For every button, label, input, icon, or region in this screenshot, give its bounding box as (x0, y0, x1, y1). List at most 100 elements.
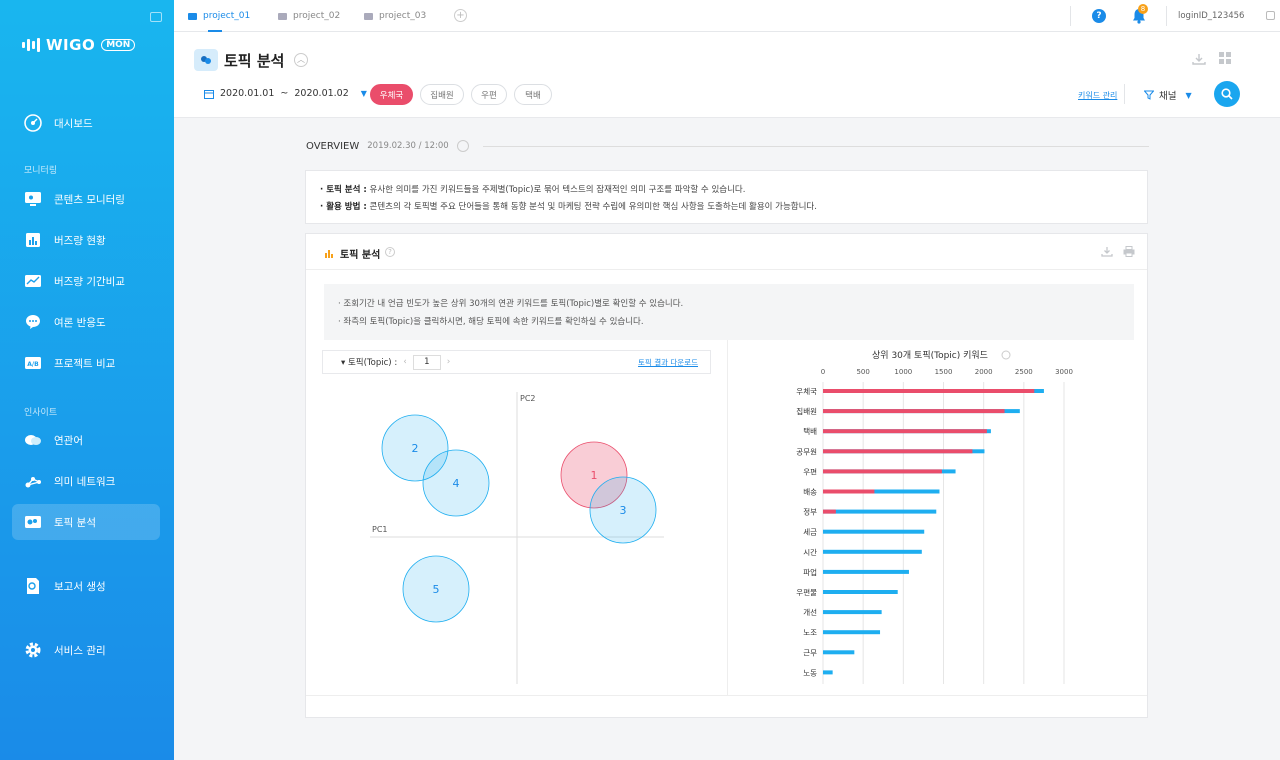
x-tick-label: 2000 (975, 368, 993, 376)
description-line: · 토픽 분석 : 유사한 의미를 가진 키워드들을 주제별(Topic)로 묶… (320, 183, 1133, 195)
logo[interactable]: WIGO MON (22, 36, 136, 54)
y-category-label: 개선 (803, 607, 817, 617)
description-line: · 활용 방법 : 콘텐츠의 각 토픽별 주요 단어들을 통해 동향 분석 및 … (320, 200, 1133, 212)
chevron-left-icon[interactable]: ‹ (403, 357, 407, 367)
divider (482, 145, 1149, 147)
sidebar-item-label: 버즈량 기간비교 (54, 275, 125, 288)
bar-highlight[interactable] (823, 409, 1005, 414)
channel-filter[interactable]: 채널 ▼ (1144, 88, 1192, 102)
sidebar-item-label: 연관어 (54, 434, 83, 447)
keyword-chip[interactable]: 우체국 (370, 84, 413, 105)
x-tick-label: 2500 (1015, 368, 1033, 376)
sidebar-item-project-compare[interactable]: A/B 프로젝트 비교 (12, 345, 160, 381)
bar-total[interactable] (823, 610, 882, 615)
tab-project-02[interactable]: project_02 (278, 0, 340, 32)
y-category-label: 우체국 (796, 386, 817, 396)
bar-highlight[interactable] (823, 509, 836, 514)
sidebar-item-buzz-compare[interactable]: 버즈량 기간비교 (12, 263, 160, 299)
keyword-chip[interactable]: 택배 (514, 84, 552, 105)
bar-highlight[interactable] (823, 449, 973, 454)
print-icon[interactable] (1123, 246, 1135, 257)
sidebar-item-topic-analysis[interactable]: 토픽 분석 (12, 504, 160, 540)
divider (1070, 6, 1071, 26)
sidebar-item-label: 대시보드 (54, 117, 93, 130)
bar-highlight[interactable] (823, 469, 942, 474)
card-header: 토픽 분석 ? (306, 234, 1147, 270)
topic-bubble-label: 5 (433, 583, 440, 596)
bar-total[interactable] (823, 529, 925, 534)
y-category-label: 공무원 (796, 447, 817, 456)
sidebar-item-content-monitoring[interactable]: 콘텐츠 모니터링 (12, 181, 160, 217)
grid-view-icon[interactable] (1219, 52, 1231, 64)
sidebar-item-report[interactable]: 보고서 생성 (12, 568, 160, 604)
logout-icon[interactable] (1266, 11, 1275, 20)
sidebar-item-semantic-network[interactable]: 의미 네트워크 (12, 463, 160, 499)
login-id[interactable]: loginID_123456 (1178, 0, 1244, 32)
help-icon[interactable]: ? (1092, 9, 1106, 23)
search-icon (1221, 88, 1233, 100)
topic-page-input[interactable]: 1 (412, 354, 441, 370)
sidebar-item-service-settings[interactable]: 서비스 관리 (12, 632, 160, 668)
topic-bubble-label: 4 (453, 477, 460, 490)
bar-highlight[interactable] (823, 489, 875, 494)
bar-total[interactable] (823, 590, 898, 594)
topic-download-link[interactable]: 토픽 결과 다운로드 (638, 357, 698, 368)
bar-total[interactable] (823, 509, 937, 514)
page-header: 토픽 분석 ︿ 2020.01.01 ~ 2020.01.02 ▼ 우체국 집배… (174, 32, 1280, 118)
help-icon[interactable] (1001, 350, 1011, 360)
chevron-right-icon[interactable]: › (447, 357, 451, 367)
sidebar-item-buzz-status[interactable]: 버즈량 현황 (12, 222, 160, 258)
bar-total[interactable] (823, 630, 881, 635)
refresh-icon[interactable] (456, 140, 469, 152)
tab-project-03[interactable]: project_03 (364, 0, 426, 32)
y-category-label: 근무 (803, 648, 817, 657)
gear-icon (24, 641, 42, 659)
y-category-label: 배송 (803, 488, 817, 497)
download-icon[interactable] (1101, 246, 1113, 257)
sidebar-item-dashboard[interactable]: 대시보드 (12, 105, 160, 141)
x-tick-label: 500 (856, 368, 869, 376)
sidebar-item-opinion[interactable]: 여론 반응도 (12, 304, 160, 340)
tab-project-01[interactable]: project_01 (188, 0, 250, 32)
monitor-icon (24, 190, 42, 208)
notification-badge: 8 (1138, 4, 1148, 14)
bar-total[interactable] (823, 549, 922, 554)
info-line: · 조회기간 내 언급 빈도가 높은 상위 30개의 연관 키워드를 토픽(To… (338, 299, 684, 309)
page-title: 토픽 분석 (224, 52, 285, 70)
date-start: 2020.01.01 (220, 88, 275, 99)
bar-total[interactable] (823, 650, 855, 655)
keyword-chip[interactable]: 집배원 (420, 84, 464, 105)
sidebar-section-insight: 인사이트 (24, 408, 58, 418)
folder-icon (188, 12, 197, 20)
topic-bubble-chart: PC2 PC1 1 2 3 4 5 (370, 392, 664, 684)
bar-highlight[interactable] (823, 389, 1035, 393)
y-category-label: 우편 (803, 466, 817, 476)
bar-highlight[interactable] (823, 429, 987, 434)
sidebar-item-label: 토픽 분석 (54, 516, 96, 529)
search-button[interactable] (1214, 81, 1240, 107)
sidebar-item-related-words[interactable]: 연관어 (12, 422, 160, 458)
x-tick-label: 1500 (935, 368, 953, 376)
bar-total[interactable] (823, 670, 833, 675)
help-icon[interactable]: ? (385, 247, 395, 257)
keyword-manage-link[interactable]: 키워드 관리 (1078, 90, 1117, 101)
description-text: 유사한 의미를 가진 키워드들을 주제별(Topic)로 묶어 텍스트의 잠재적… (366, 185, 746, 195)
y-category-label: 노동 (803, 668, 817, 677)
sidebar: WIGO MON 대시보드 모니터링 콘텐츠 모니터링 버즈량 현황 버즈량 기… (0, 0, 174, 760)
bar-chart-icon (24, 231, 42, 249)
sidebar-collapse-icon[interactable] (150, 12, 162, 22)
add-tab-icon[interactable]: + (454, 9, 467, 22)
description-text: 콘텐츠의 각 토픽별 주요 단어들을 통해 동향 분석 및 마케팅 전략 수립에… (366, 202, 817, 212)
card-title: 토픽 분석 (340, 250, 381, 261)
date-range-picker[interactable]: 2020.01.01 ~ 2020.01.02 ▼ (204, 88, 367, 99)
sidebar-section-monitoring: 모니터링 (24, 166, 58, 176)
date-end: 2020.01.02 (294, 88, 349, 99)
y-category-label: 파업 (803, 568, 817, 577)
bar-total[interactable] (823, 569, 909, 574)
download-icon[interactable] (1192, 53, 1206, 65)
info-line: · 좌측의 토픽(Topic)을 클릭하시면, 해당 토픽에 속한 키워드를 확… (338, 317, 644, 327)
chevron-up-icon[interactable]: ︿ (294, 53, 308, 67)
keyword-chip[interactable]: 우편 (471, 84, 507, 105)
bar-chart-icon (325, 250, 333, 258)
sidebar-item-label: 서비스 관리 (54, 644, 106, 657)
